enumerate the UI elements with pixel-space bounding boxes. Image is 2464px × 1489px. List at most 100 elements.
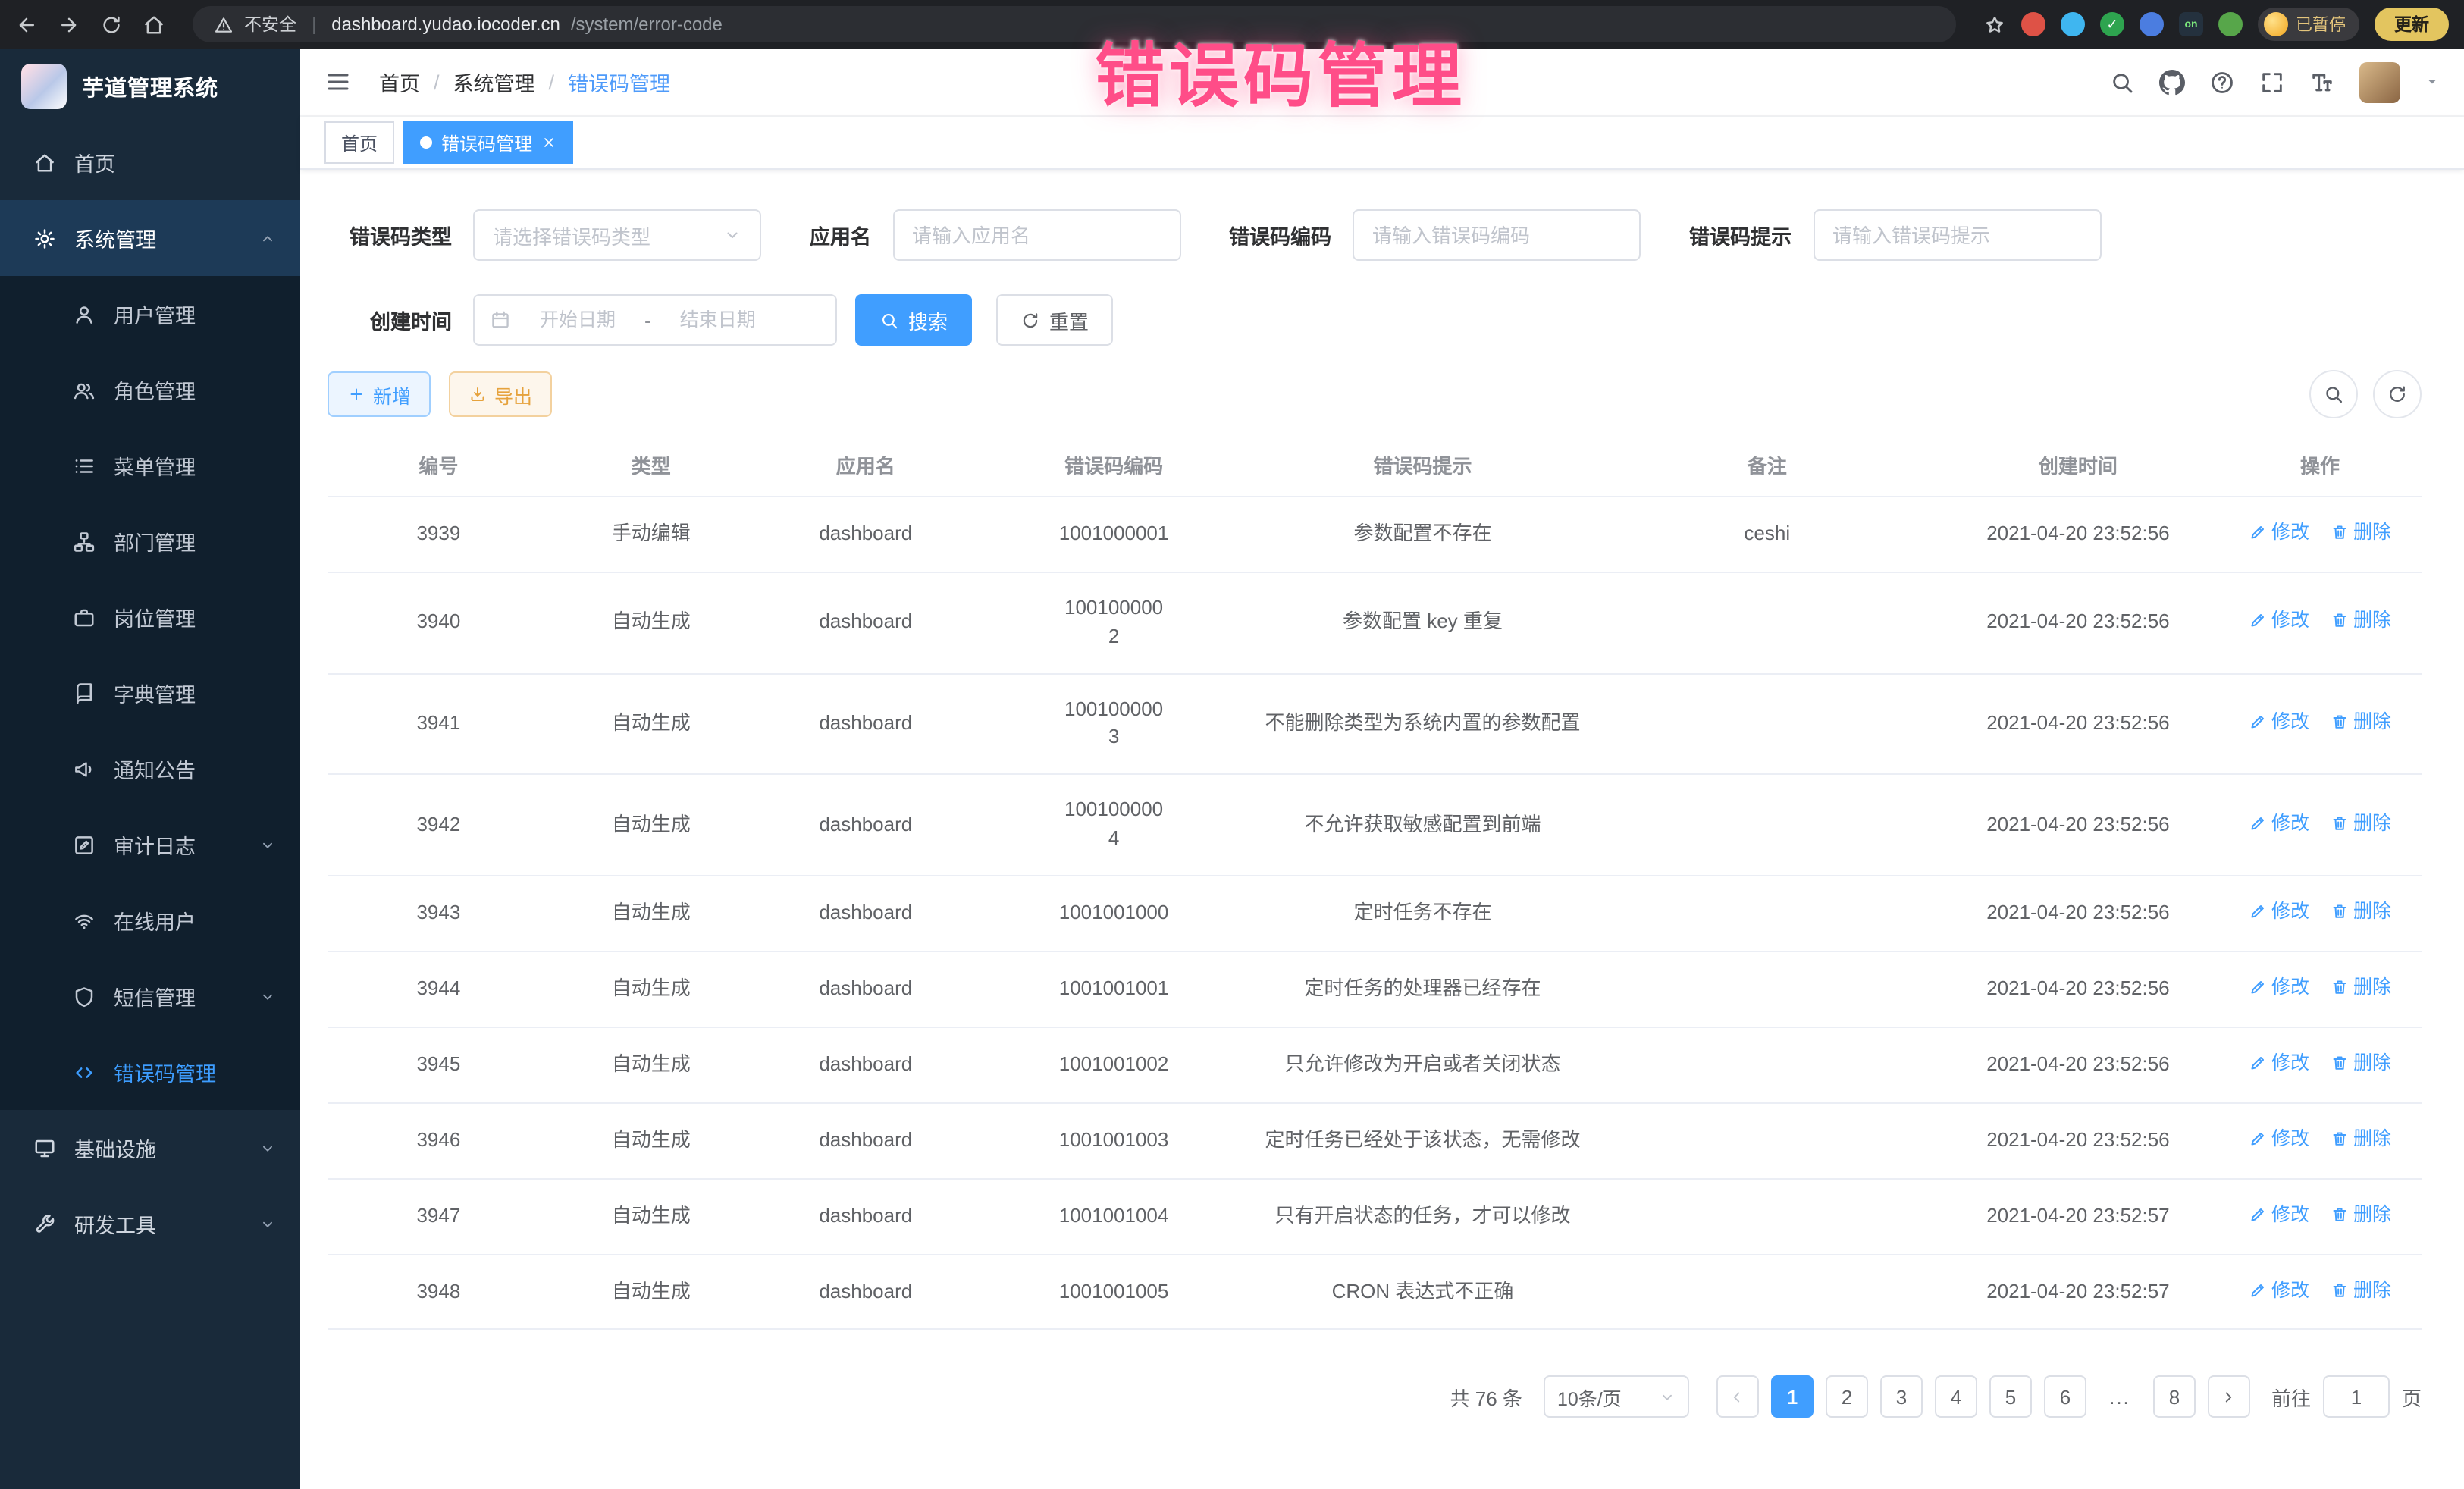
sidebar-item-system[interactable]: 系统管理 — [0, 200, 300, 276]
filter-code-input[interactable] — [1353, 209, 1641, 261]
fullscreen-icon[interactable] — [2259, 69, 2285, 95]
filter-date-range[interactable]: - — [473, 294, 837, 346]
sidebar-item-dict[interactable]: 字典管理 — [0, 655, 300, 731]
sidebar-item-sms[interactable]: 短信管理 — [0, 958, 300, 1034]
help-icon[interactable] — [2209, 69, 2235, 95]
delete-link[interactable]: 删除 — [2331, 898, 2391, 925]
bookmark-star-icon[interactable] — [1983, 13, 2006, 36]
page-button-4[interactable]: 4 — [1935, 1376, 1977, 1418]
sidebar-item-dept[interactable]: 部门管理 — [0, 503, 300, 579]
sidebar-item-role[interactable]: 角色管理 — [0, 352, 300, 428]
tab-error-code[interactable]: 错误码管理 — [403, 121, 573, 164]
extension-icon-4[interactable] — [2140, 12, 2164, 36]
search-icon[interactable] — [2109, 69, 2135, 95]
browser-profile-chip[interactable]: 已暂停 — [2258, 8, 2359, 41]
page-button-5[interactable]: 5 — [1989, 1376, 2032, 1418]
goto-page-input[interactable] — [2323, 1376, 2390, 1418]
arrow-left-icon — [1729, 1389, 1746, 1406]
delete-link[interactable]: 删除 — [2331, 1276, 2391, 1303]
td-code: 1001001005 — [979, 1254, 1249, 1330]
delete-link[interactable]: 删除 — [2331, 809, 2391, 836]
td-msg: 定时任务已经处于该状态，无需修改 — [1249, 1102, 1596, 1178]
sidebar-item-error-code[interactable]: 错误码管理 — [0, 1034, 300, 1110]
reload-icon[interactable] — [100, 13, 123, 36]
filter-type-select[interactable]: 请选择错误码类型 — [473, 209, 761, 261]
page-button-8[interactable]: 8 — [2153, 1376, 2196, 1418]
td-app: dashboard — [753, 497, 979, 572]
sidebar-item-user[interactable]: 用户管理 — [0, 276, 300, 352]
page-button-6[interactable]: 6 — [2044, 1376, 2086, 1418]
sidebar-item-menu[interactable]: 菜单管理 — [0, 428, 300, 503]
td-actions: 修改删除 — [2218, 876, 2422, 951]
edit-link[interactable]: 修改 — [2249, 519, 2309, 546]
sidebar-item-tools[interactable]: 研发工具 — [0, 1186, 300, 1262]
edit-link[interactable]: 修改 — [2249, 1049, 2309, 1077]
page-button-1[interactable]: 1 — [1771, 1376, 1814, 1418]
sidebar-item-label: 岗位管理 — [114, 602, 276, 632]
end-date-input[interactable] — [657, 308, 779, 332]
sidebar-item-notice[interactable]: 通知公告 — [0, 731, 300, 807]
pagination-ellipsis[interactable]: ... — [2099, 1376, 2141, 1418]
extension-icon-2[interactable] — [2061, 12, 2085, 36]
browser-home-icon[interactable] — [143, 13, 165, 36]
col-header-code: 错误码编码 — [979, 434, 1249, 497]
tab-home[interactable]: 首页 — [324, 121, 394, 164]
sidebar-item-home[interactable]: 首页 — [0, 124, 300, 200]
next-page-button[interactable] — [2208, 1376, 2250, 1418]
delete-link[interactable]: 删除 — [2331, 607, 2391, 635]
forward-icon[interactable] — [58, 13, 80, 36]
filter-app-input[interactable] — [892, 209, 1180, 261]
user-avatar[interactable] — [2359, 61, 2400, 102]
export-button[interactable]: 导出 — [449, 371, 552, 417]
toggle-search-button[interactable] — [2309, 370, 2358, 418]
extension-icon-1[interactable] — [2021, 12, 2045, 36]
page-button-2[interactable]: 2 — [1826, 1376, 1868, 1418]
close-icon[interactable] — [541, 135, 556, 150]
extension-icon-6[interactable] — [2218, 12, 2243, 36]
delete-link[interactable]: 删除 — [2331, 519, 2391, 546]
edit-icon — [2249, 1205, 2267, 1223]
page-size-select[interactable]: 10条/页 — [1544, 1376, 1689, 1418]
edit-link[interactable]: 修改 — [2249, 1276, 2309, 1303]
font-size-icon[interactable] — [2309, 69, 2335, 95]
delete-link[interactable]: 删除 — [2331, 1200, 2391, 1227]
delete-link[interactable]: 删除 — [2331, 1049, 2391, 1077]
list-icon — [73, 454, 96, 477]
extension-icon-on[interactable]: on — [2179, 12, 2203, 36]
extension-icon-3[interactable] — [2100, 12, 2124, 36]
edit-link[interactable]: 修改 — [2249, 708, 2309, 735]
logo-row[interactable]: 芋道管理系统 — [0, 49, 300, 124]
hamburger-icon[interactable] — [324, 68, 352, 96]
edit-link[interactable]: 修改 — [2249, 1124, 2309, 1152]
search-button[interactable]: 搜索 — [855, 294, 972, 346]
sidebar-item-audit-log[interactable]: 审计日志 — [0, 807, 300, 882]
add-button[interactable]: 新增 — [328, 371, 431, 417]
browser-update-button[interactable]: 更新 — [2375, 8, 2449, 41]
caret-down-icon[interactable] — [2425, 74, 2440, 89]
start-date-input[interactable] — [517, 308, 638, 332]
address-bar[interactable]: 不安全 | dashboard.yudao.iocoder.cn /system… — [193, 6, 1956, 42]
reset-button[interactable]: 重置 — [996, 294, 1113, 346]
breadcrumb-system[interactable]: 系统管理 — [453, 67, 535, 97]
edit-link[interactable]: 修改 — [2249, 607, 2309, 635]
book-icon — [73, 682, 96, 704]
edit-link[interactable]: 修改 — [2249, 973, 2309, 1001]
delete-link[interactable]: 删除 — [2331, 1124, 2391, 1152]
breadcrumb-home[interactable]: 首页 — [379, 67, 420, 97]
prev-page-button[interactable] — [1716, 1376, 1759, 1418]
page-button-3[interactable]: 3 — [1880, 1376, 1923, 1418]
delete-link[interactable]: 删除 — [2331, 973, 2391, 1001]
delete-link[interactable]: 删除 — [2331, 708, 2391, 735]
edit-link[interactable]: 修改 — [2249, 1200, 2309, 1227]
sidebar-item-post[interactable]: 岗位管理 — [0, 579, 300, 655]
edit-link[interactable]: 修改 — [2249, 898, 2309, 925]
filter-msg-input[interactable] — [1813, 209, 2101, 261]
table-refresh-button[interactable] — [2373, 370, 2422, 418]
col-header-msg: 错误码提示 — [1249, 434, 1596, 497]
edit-link[interactable]: 修改 — [2249, 809, 2309, 836]
github-icon[interactable] — [2159, 69, 2185, 95]
sidebar-item-online-user[interactable]: 在线用户 — [0, 882, 300, 958]
sidebar-item-infra[interactable]: 基础设施 — [0, 1110, 300, 1186]
back-icon[interactable] — [15, 13, 38, 36]
filter-type-label: 错误码类型 — [328, 220, 452, 250]
